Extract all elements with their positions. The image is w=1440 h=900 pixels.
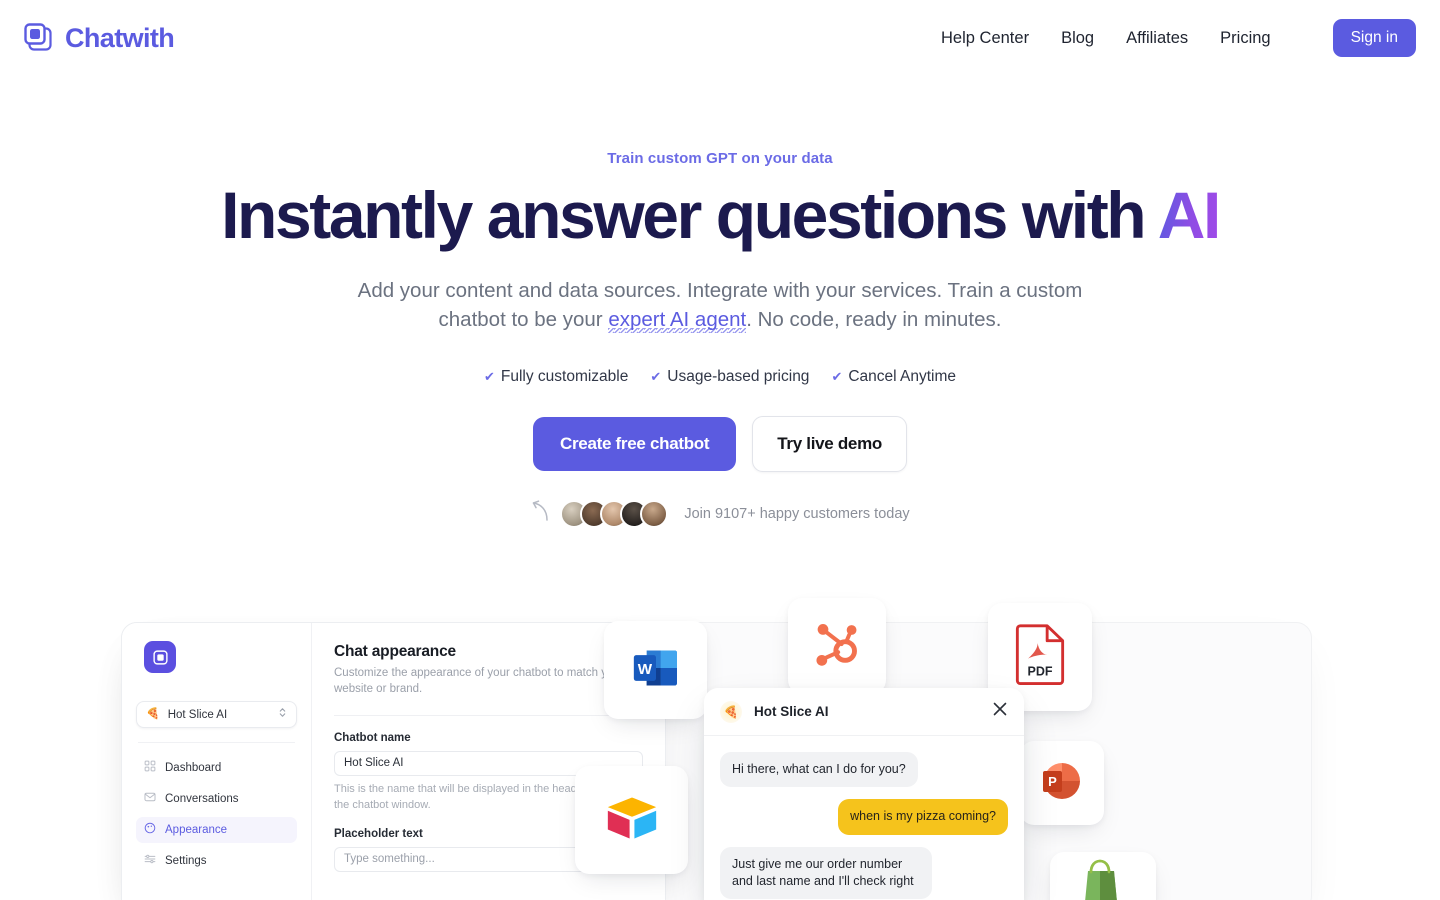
check-icon: ✔ (483, 369, 495, 385)
sidebar-item-dashboard[interactable]: Dashboard (136, 755, 297, 781)
integration-card-hubspot[interactable] (788, 598, 886, 694)
bot-selector-name: Hot Slice AI (167, 708, 228, 721)
curved-arrow-icon (530, 500, 550, 527)
chat-bubble-bot: Just give me our order number and last n… (720, 846, 932, 899)
panel-divider (334, 714, 643, 716)
close-icon[interactable] (992, 701, 1008, 722)
pdf-icon: PDF (1013, 623, 1067, 691)
social-proof-row: Join 9107+ happy customers today (0, 499, 1440, 528)
sliders-icon (144, 852, 156, 870)
feature-label: Fully customizable (500, 367, 629, 385)
feature-item: ✔ Usage-based pricing (650, 368, 809, 386)
hero-title-main: Instantly answer questions with (221, 178, 1158, 252)
sidebar-divider (138, 742, 295, 743)
sidebar-item-label: Dashboard (165, 762, 222, 774)
feature-label: Usage-based pricing (667, 367, 810, 385)
hero-section: Train custom GPT on your data Instantly … (0, 150, 1440, 528)
expert-ai-agent-link[interactable]: expert AI agent (608, 307, 747, 333)
hero-sub-after-link: . No code, ready in minutes. (746, 307, 1002, 331)
feature-label: Cancel Anytime (848, 367, 957, 385)
hero-sub-line1: Add your content and data sources. Integ… (357, 278, 994, 302)
sign-in-button[interactable]: Sign in (1332, 19, 1416, 57)
airtable-icon (603, 789, 661, 852)
bot-selector[interactable]: 🍕 Hot Slice AI (136, 701, 297, 728)
chatbot-name-hint: This is the name that will be displayed … (334, 782, 599, 811)
main-nav: Help Center Blog Affiliates Pricing Sign… (941, 19, 1416, 57)
chevron-up-down-icon (278, 706, 287, 724)
sidebar-item-settings[interactable]: Settings (136, 848, 297, 874)
product-mockup-stage: 🍕 Hot Slice AI Dashboard Conversations A… (0, 596, 1440, 900)
site-header: Chatwith Help Center Blog Affiliates Pri… (0, 0, 1440, 76)
nav-link-help-center[interactable]: Help Center (941, 29, 1029, 48)
chat-bubble-user: when is my pizza coming? (838, 799, 1008, 835)
sidebar-item-label: Appearance (165, 824, 228, 836)
brand-name: Chatwith (65, 22, 175, 53)
microsoft-word-icon: W (628, 640, 684, 701)
panel-description: Customize the appearance of your chatbot… (334, 667, 624, 696)
app-sidebar: 🍕 Hot Slice AI Dashboard Conversations A… (122, 623, 312, 900)
svg-text:W: W (637, 660, 652, 677)
inbox-icon (144, 790, 156, 808)
integration-card-airtable[interactable] (575, 766, 688, 874)
brand-logo[interactable]: Chatwith (24, 22, 175, 54)
chat-widget-header: 🍕 Hot Slice AI (704, 688, 1024, 736)
sidebar-item-appearance[interactable]: Appearance (136, 817, 297, 843)
chat-message-row: Hi there, what can I do for you? (720, 752, 1008, 799)
integration-card-microsoft-powerpoint[interactable]: P (1020, 741, 1104, 825)
hero-title-accent: AI (1157, 178, 1222, 252)
integration-card-shopify[interactable] (1050, 852, 1156, 900)
chatwith-app-logo-icon (144, 641, 176, 673)
sidebar-item-conversations[interactable]: Conversations (136, 786, 297, 812)
microsoft-powerpoint-icon: P (1038, 757, 1086, 810)
feature-item: ✔ Cancel Anytime (831, 368, 956, 386)
check-icon: ✔ (831, 369, 843, 385)
chat-bubble-bot: Hi there, what can I do for you? (720, 752, 918, 788)
check-icon: ✔ (650, 369, 662, 385)
avatar (640, 499, 669, 528)
chat-widget-preview: 🍕 Hot Slice AI Hi there, what can I do f… (704, 688, 1024, 900)
feature-item: ✔ Fully customizable (484, 368, 628, 386)
hero-subtitle: Add your content and data sources. Integ… (350, 276, 1090, 334)
pizza-avatar-icon: 🍕 (720, 700, 742, 723)
nav-link-pricing[interactable]: Pricing (1220, 29, 1270, 48)
panel-title: Chat appearance (334, 643, 456, 660)
customer-avatars (560, 499, 669, 528)
sidebar-item-label: Conversations (165, 793, 239, 805)
svg-text:PDF: PDF (1028, 664, 1053, 678)
hubspot-icon (809, 616, 865, 677)
create-free-chatbot-button[interactable]: Create free chatbot (533, 416, 737, 471)
chat-message-list: Hi there, what can I do for you? when is… (704, 736, 1024, 900)
chatbot-name-label: Chatbot name (334, 731, 411, 744)
dashboard-icon (144, 759, 156, 777)
hero-feature-list: ✔ Fully customizable ✔ Usage-based prici… (0, 368, 1440, 386)
sidebar-item-label: Settings (165, 855, 207, 867)
chat-widget-title: Hot Slice AI (754, 704, 829, 719)
svg-text:P: P (1048, 774, 1057, 789)
pizza-icon: 🍕 (146, 708, 160, 720)
chatwith-square-logo-icon (24, 23, 54, 53)
hero-eyebrow: Train custom GPT on your data (607, 150, 833, 167)
try-live-demo-button[interactable]: Try live demo (752, 415, 907, 472)
nav-link-blog[interactable]: Blog (1061, 29, 1094, 48)
chat-message-row: Just give me our order number and last n… (720, 846, 1008, 900)
hero-cta-row: Create free chatbot Try live demo (0, 415, 1440, 472)
social-proof-text: Join 9107+ happy customers today (684, 505, 910, 522)
chat-message-row: when is my pizza coming? (720, 799, 1008, 846)
integration-card-microsoft-word[interactable]: W (604, 621, 707, 719)
shopify-icon (1081, 858, 1125, 900)
palette-icon (144, 821, 156, 839)
hero-title: Instantly answer questions with AI (0, 181, 1440, 250)
nav-link-affiliates[interactable]: Affiliates (1126, 29, 1188, 48)
